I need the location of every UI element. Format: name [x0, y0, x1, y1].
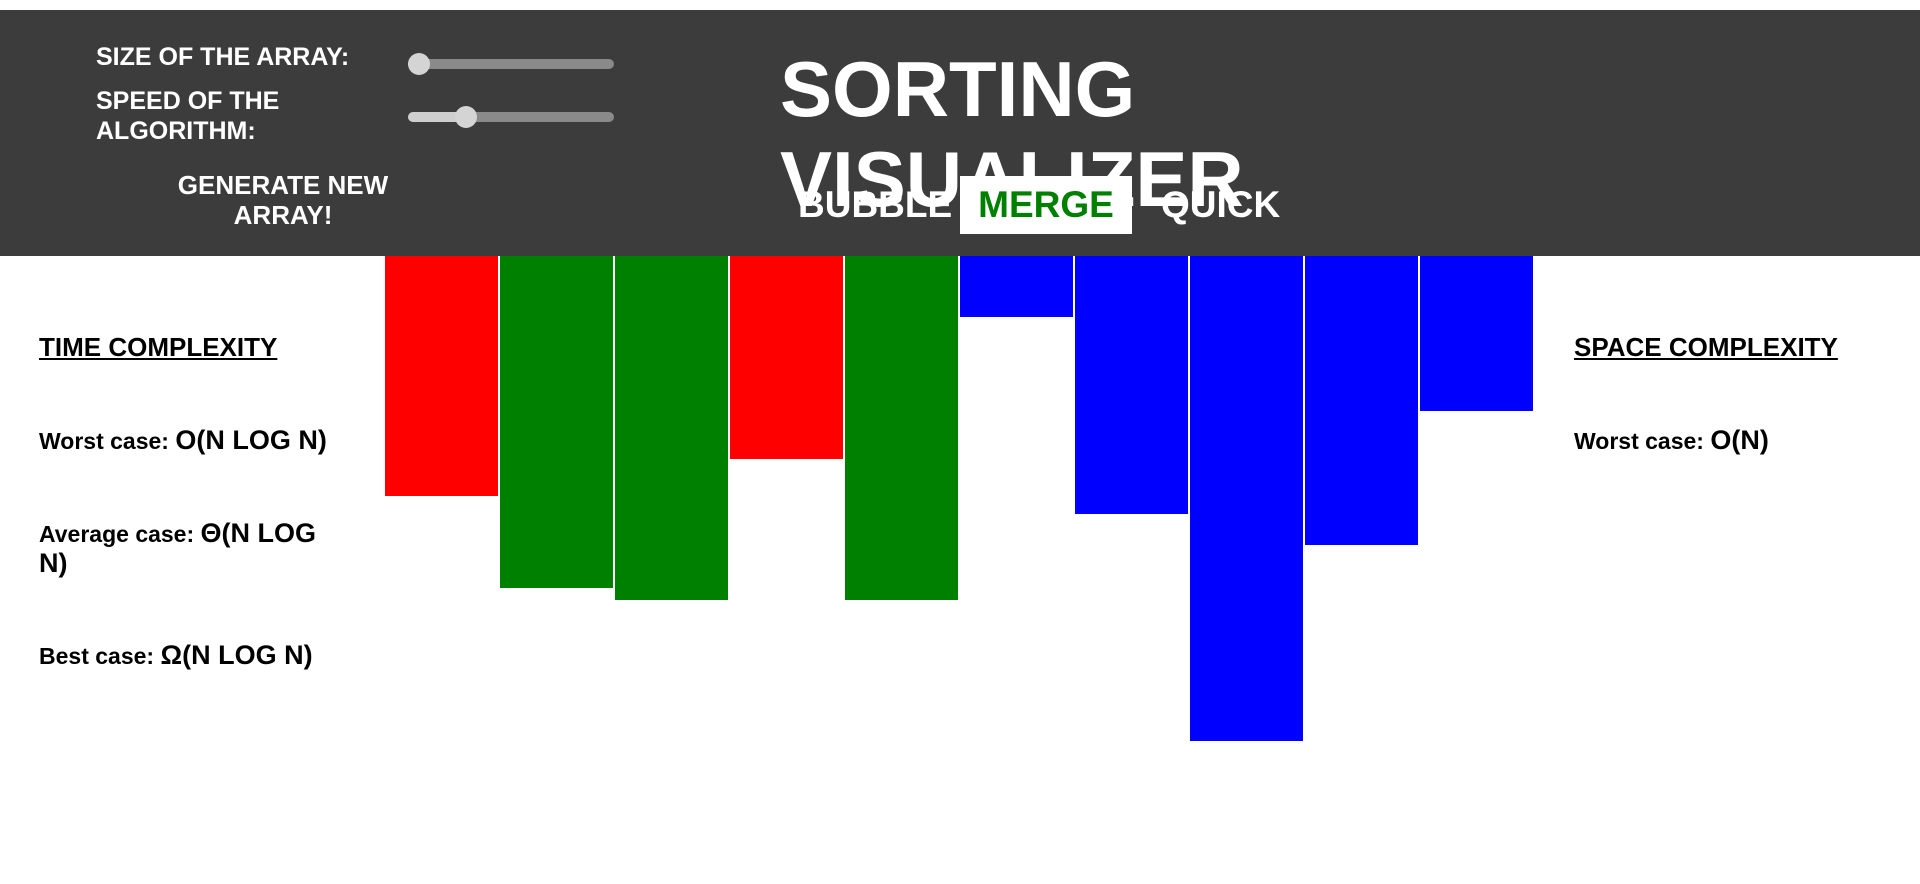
- tab-merge[interactable]: MERGE: [960, 176, 1132, 234]
- array-bar: [1190, 256, 1303, 741]
- time-worst-label: Worst case:: [39, 428, 169, 454]
- time-complexity-title: TIME COMPLEXITY: [39, 332, 278, 362]
- array-bar: [845, 256, 958, 600]
- space-worst-label: Worst case:: [1574, 428, 1704, 454]
- time-average-label: Average case:: [39, 521, 195, 547]
- space-worst-case: Worst case: O(N): [1574, 425, 1769, 456]
- time-worst-case: Worst case: O(N LOG N): [39, 425, 327, 456]
- array-bar: [615, 256, 728, 600]
- generate-label-line2: ARRAY!: [233, 200, 333, 230]
- time-average-value-cont: N): [39, 548, 68, 578]
- tab-quick[interactable]: QUICK: [1161, 176, 1291, 234]
- array-bar: [1075, 256, 1188, 514]
- array-bar: [730, 256, 843, 459]
- size-label: SIZE OF THE ARRAY:: [96, 43, 350, 71]
- space-complexity-title: SPACE COMPLEXITY: [1574, 332, 1838, 362]
- generate-label-line1: GENERATE NEW: [177, 170, 389, 200]
- time-average-value: Θ(N LOG: [200, 518, 317, 548]
- time-best-value: Ω(N LOG N): [160, 640, 313, 670]
- size-slider-thumb[interactable]: [408, 53, 430, 75]
- speed-label-line2: ALGORITHM:: [96, 117, 256, 145]
- speed-slider[interactable]: [408, 106, 614, 128]
- tab-bubble[interactable]: BUBBLE: [798, 176, 952, 234]
- array-bar: [1305, 256, 1418, 545]
- speed-label-line1: SPEED OF THE: [96, 87, 280, 115]
- time-best-case: Best case: Ω(N LOG N): [39, 640, 313, 671]
- time-average-case-cont: N): [39, 548, 68, 579]
- time-worst-value: O(N LOG N): [175, 425, 327, 455]
- array-bar: [1420, 256, 1533, 411]
- time-average-case: Average case: Θ(N LOG: [39, 518, 359, 549]
- size-slider[interactable]: [408, 53, 614, 75]
- array-bar: [500, 256, 613, 588]
- time-best-label: Best case:: [39, 643, 155, 669]
- generate-array-button[interactable]: GENERATE NEW ARRAY!: [160, 170, 406, 230]
- space-worst-value: O(N): [1710, 425, 1769, 455]
- array-bar: [385, 256, 498, 496]
- array-bar: [960, 256, 1073, 317]
- speed-slider-thumb[interactable]: [455, 106, 477, 128]
